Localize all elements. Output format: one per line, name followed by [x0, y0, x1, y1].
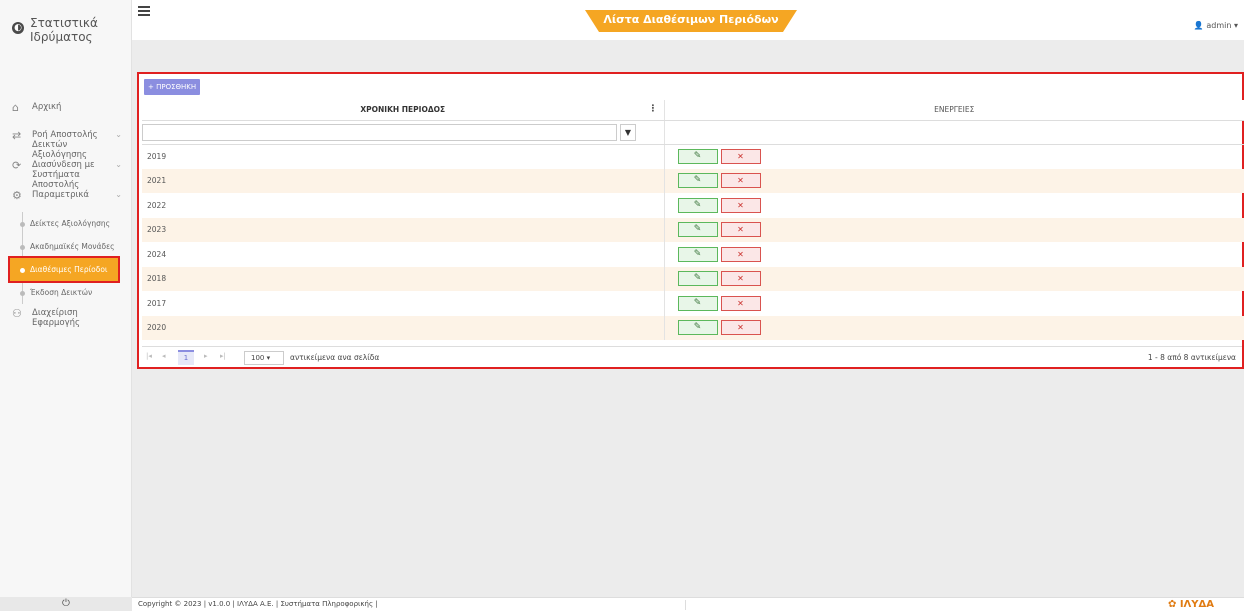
periods-grid: ΧΡΟΝΙΚΗ ΠΕΡΙΟΔΟΣ ⋮ ΕΝΕΡΓΕΙΕΣ ▼ 2019 ✎ ✕ …	[142, 100, 1244, 340]
table-row: 2020 ✎ ✕	[142, 315, 1244, 340]
sidebar-nav: ⌂ Αρχική ⇄ Ροή Αποστολής Δεικτών Αξιολόγ…	[0, 102, 132, 328]
copyright-text: Copyright © 2023 | v1.0.0 | ΙΛΥΔΑ Α.Ε. |…	[138, 600, 378, 608]
chevron-down-icon: ▾	[1233, 21, 1238, 30]
sidebar-item-home[interactable]: ⌂ Αρχική	[0, 102, 132, 130]
power-button[interactable]: ⏻	[0, 597, 132, 611]
sidebar-subitem-indicator-release[interactable]: Έκδοση Δεικτών	[20, 281, 132, 304]
period-cell: 2023	[142, 217, 665, 242]
users-icon: ⚇	[12, 307, 22, 320]
sidebar-subitem-indicators[interactable]: Δείκτες Αξιολόγησης	[20, 212, 132, 235]
edit-button[interactable]: ✎	[677, 295, 718, 311]
period-cell: 2020	[142, 315, 665, 340]
company-logo: ✿ ΙΛΥΔΑ	[1167, 599, 1214, 610]
table-row: 2024 ✎ ✕	[142, 242, 1244, 267]
edit-button[interactable]: ✎	[677, 173, 718, 189]
edit-button[interactable]: ✎	[677, 149, 718, 164]
periods-panel: + ΠΡΟΣΘΗΚΗ ΧΡΟΝΙΚΗ ΠΕΡΙΟΔΟΣ ⋮ ΕΝΕΡΓΕΙΕΣ	[137, 72, 1244, 369]
user-icon: 👤	[1193, 21, 1204, 30]
home-icon: ⌂	[12, 101, 19, 114]
delete-button[interactable]: ✕	[720, 222, 761, 238]
footer: Copyright © 2023 | v1.0.0 | ΙΛΥΔΑ Α.Ε. |…	[132, 597, 1244, 611]
next-page-icon[interactable]: ▸	[204, 352, 208, 360]
delete-button[interactable]: ✕	[720, 149, 761, 164]
sidebar-item-label: Παραμετρικά	[32, 190, 89, 200]
filter-row: ▼	[142, 120, 1244, 145]
sidebar-item-label: Ροή Αποστολής Δεικτών Αξιολόγησης	[32, 130, 98, 160]
sidebar-submenu: Δείκτες Αξιολόγησης Ακαδημαϊκές Μονάδες …	[8, 212, 132, 304]
chevron-down-icon: ▾	[266, 354, 271, 362]
period-cell: 2019	[142, 144, 665, 169]
sidebar-subitem-available-periods[interactable]: Διαθέσιμες Περίοδοι	[8, 256, 120, 283]
first-page-icon[interactable]: |◂	[146, 352, 152, 360]
sidebar-item-interconnection[interactable]: ⟳ Διασύνδεση με Συστήματα Αποστολής ⌄	[0, 159, 132, 191]
sidebar-item-flow[interactable]: ⇄ Ροή Αποστολής Δεικτών Αξιολόγησης ⌄	[0, 129, 132, 161]
delete-button[interactable]: ✕	[720, 173, 761, 189]
column-header-period[interactable]: ΧΡΟΝΙΚΗ ΠΕΡΙΟΔΟΣ ⋮	[142, 100, 665, 121]
add-button[interactable]: + ΠΡΟΣΘΗΚΗ	[144, 79, 201, 95]
column-menu-icon[interactable]: ⋮	[649, 104, 658, 114]
table-row: 2018 ✎ ✕	[142, 266, 1244, 291]
edit-button[interactable]: ✎	[677, 320, 718, 336]
edit-button[interactable]: ✎	[677, 197, 718, 213]
delete-button[interactable]: ✕	[720, 197, 761, 213]
sync-icon: ⟳	[12, 159, 22, 172]
chevron-down-icon: ⌄	[115, 190, 122, 199]
sidebar-item-parameters[interactable]: ⚙ Παραμετρικά ⌄	[0, 190, 132, 212]
page-title: Λίστα Διαθέσιμων Περιόδων	[603, 13, 779, 26]
gear-icon: ⚙	[12, 189, 22, 202]
delete-button[interactable]: ✕	[720, 246, 761, 262]
page-title-tab: Λίστα Διαθέσιμων Περιόδων	[585, 10, 797, 32]
user-name: admin	[1206, 21, 1232, 30]
edit-button[interactable]: ✎	[677, 246, 718, 262]
pager: |◂ ◂ 1 ▸ ▸| 100 ▾ αντικείμενα ανα σελίδα…	[142, 346, 1242, 368]
edit-button[interactable]: ✎	[677, 222, 718, 238]
user-menu[interactable]: 👤 admin ▾	[1194, 21, 1238, 30]
sidebar-subitem-academic-units[interactable]: Ακαδημαϊκές Μονάδες	[20, 235, 132, 258]
table-row: 2022 ✎ ✕	[142, 193, 1244, 218]
table-row: 2023 ✎ ✕	[142, 217, 1244, 242]
sidebar: ◐ Στατιστικά Ιδρύματος ⌂ Αρχική ⇄ Ροή Απ…	[0, 0, 132, 611]
chevron-down-icon: ⌄	[115, 130, 122, 139]
brand-title-line1: Στατιστικά	[30, 16, 98, 30]
prev-page-icon[interactable]: ◂	[162, 352, 166, 360]
table-row: 2017 ✎ ✕	[142, 291, 1244, 316]
period-cell: 2024	[142, 242, 665, 267]
main-content: + ΠΡΟΣΘΗΚΗ ΧΡΟΝΙΚΗ ΠΕΡΙΟΔΟΣ ⋮ ΕΝΕΡΓΕΙΕΣ	[132, 40, 1244, 597]
delete-button[interactable]: ✕	[720, 271, 761, 287]
table-row: 2021 ✎ ✕	[142, 168, 1244, 193]
brand[interactable]: ◐ Στατιστικά Ιδρύματος	[12, 16, 120, 44]
pager-info: 1 - 8 από 8 αντικείμενα	[1147, 353, 1236, 362]
column-header-actions: ΕΝΕΡΓΕΙΕΣ	[664, 100, 1244, 121]
sidebar-item-label: Αρχική	[32, 102, 62, 112]
period-cell: 2021	[142, 168, 665, 193]
brand-logo-icon: ◐	[12, 22, 24, 34]
page-number-current[interactable]: 1	[178, 350, 194, 365]
brand-title-line2: Ιδρύματος	[30, 30, 93, 44]
page-size-label: αντικείμενα ανα σελίδα	[290, 353, 380, 362]
transfer-icon: ⇄	[12, 129, 22, 142]
period-cell: 2017	[142, 291, 665, 316]
menu-toggle-icon[interactable]	[138, 6, 150, 16]
edit-button[interactable]: ✎	[677, 271, 718, 287]
chevron-down-icon: ⌄	[115, 160, 122, 169]
power-icon: ⏻	[62, 598, 70, 609]
delete-button[interactable]: ✕	[720, 295, 761, 311]
table-row: 2019 ✎ ✕	[142, 144, 1244, 169]
sidebar-item-label: Διασύνδεση με Συστήματα Αποστολής	[32, 160, 95, 190]
delete-button[interactable]: ✕	[720, 320, 761, 336]
top-header: Λίστα Διαθέσιμων Περιόδων 👤 admin ▾	[132, 0, 1244, 40]
filter-icon[interactable]: ▼	[620, 123, 636, 141]
period-filter-input[interactable]	[142, 123, 617, 141]
sidebar-item-app-admin[interactable]: ⚇ Διαχείριση Εφαρμογής	[0, 307, 132, 329]
page-size-select[interactable]: 100 ▾	[244, 351, 284, 365]
period-cell: 2022	[142, 193, 665, 218]
sidebar-item-label: Διαχείριση Εφαρμογής	[32, 308, 80, 328]
period-cell: 2018	[142, 266, 665, 291]
last-page-icon[interactable]: ▸|	[220, 352, 226, 360]
